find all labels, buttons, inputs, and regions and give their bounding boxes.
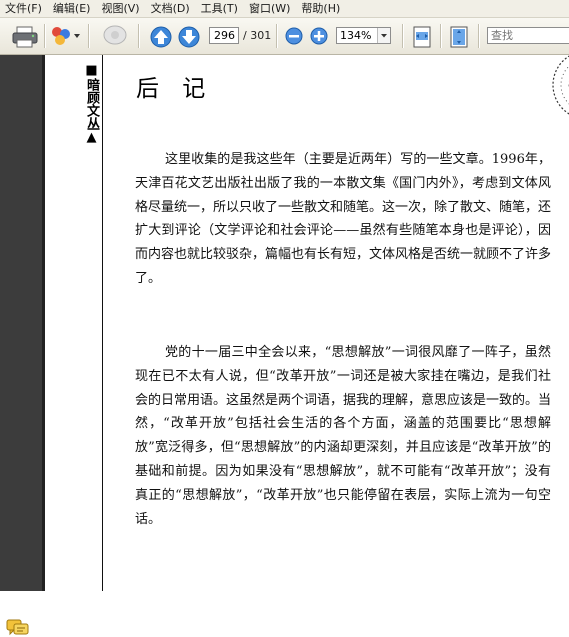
zoom-dropdown-arrow[interactable] (377, 28, 390, 43)
paragraph-1: 这里收集的是我这些年（主要是近两年）写的一些文章。1996年，天津百花文艺出版社… (135, 152, 552, 286)
page-total: / 301 (243, 29, 272, 42)
menu-view[interactable]: 视图(V) (96, 0, 145, 17)
zoom-in-icon[interactable] (310, 27, 328, 45)
chevron-down-icon[interactable] (73, 32, 81, 40)
page-title: 后 记 (136, 76, 214, 102)
collaborate-icon[interactable] (50, 25, 72, 47)
menu-help[interactable]: 帮助(H) (296, 0, 346, 17)
zoom-value: 134% (340, 29, 372, 42)
previous-page-icon[interactable] (150, 26, 172, 48)
fit-width-icon[interactable] (412, 26, 432, 48)
fit-page-icon[interactable] (449, 26, 469, 48)
margin-rule (102, 55, 103, 591)
zoom-select[interactable]: 134% (336, 27, 391, 44)
seal-stamp (552, 55, 569, 115)
menu-tools[interactable]: 工具(T) (196, 0, 244, 17)
comments-icon[interactable] (6, 619, 30, 637)
menu-file[interactable]: 文件(F) (0, 0, 48, 17)
series-title: ■暗顾文丛▲ (84, 63, 99, 145)
search-input[interactable] (487, 27, 569, 44)
zoom-out-icon[interactable] (285, 27, 303, 45)
menu-bar: 文件(F) 编辑(E) 视图(V) 文档(D) 工具(T) 窗口(W) 帮助(H… (0, 0, 569, 18)
document-page[interactable]: ■暗顾文丛▲ 后 记 这里收集的是我这些年（主要是近两年）写的一些文章。1996… (45, 55, 569, 591)
menu-document[interactable]: 文档(D) (146, 0, 196, 17)
menu-window[interactable]: 窗口(W) (244, 0, 296, 17)
page-number-input[interactable] (209, 27, 239, 44)
navigation-panel (0, 55, 42, 636)
toolbar: / 301 134% (0, 18, 569, 55)
menu-edit[interactable]: 编辑(E) (48, 0, 97, 17)
review-icon (103, 25, 127, 45)
paragraph-2: 党的十一届三中全会以来，“思想解放”一词很风靡了一阵子，虽然现在已不太有人说，但… (135, 345, 552, 527)
next-page-icon[interactable] (178, 26, 200, 48)
print-icon[interactable] (12, 26, 38, 48)
chevron-down-icon (381, 34, 387, 38)
